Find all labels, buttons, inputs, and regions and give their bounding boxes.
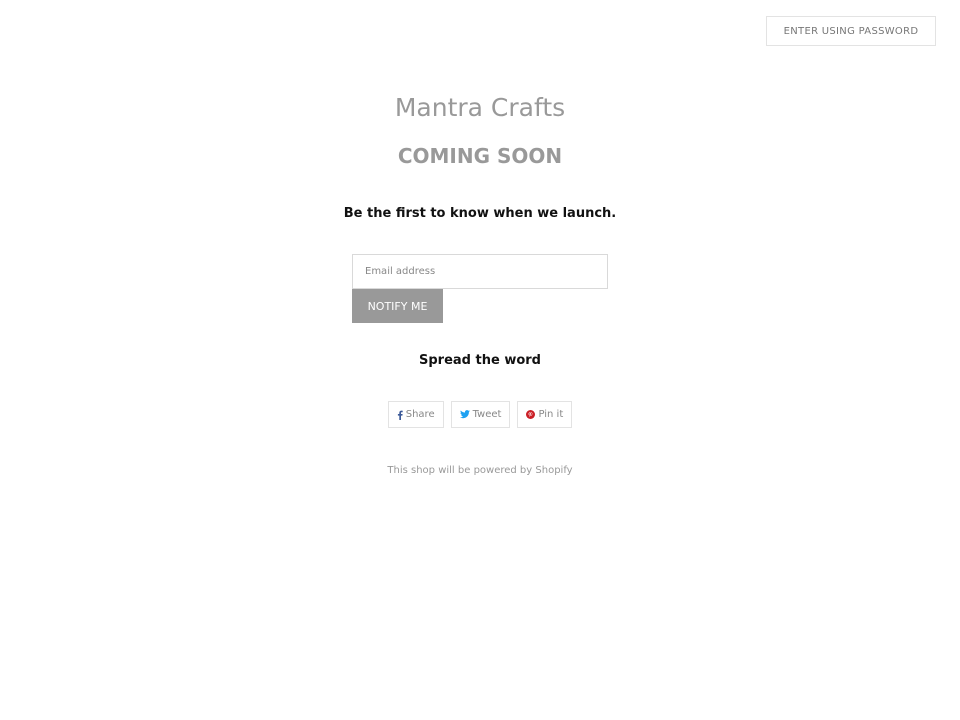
share-buttons: Share Tweet Pin it <box>0 401 960 428</box>
facebook-icon <box>397 410 403 420</box>
twitter-icon <box>459 410 470 419</box>
twitter-tweet-button[interactable]: Tweet <box>450 401 511 428</box>
notify-me-label: NOTIFY ME <box>367 299 428 313</box>
powered-by-footer: This shop will be powered by Shopify <box>0 465 960 476</box>
launch-subtext: Be the first to know when we launch. <box>343 206 617 221</box>
pinterest-pin-button[interactable]: Pin it <box>517 401 573 428</box>
powered-by-text: This shop will be powered by <box>387 465 536 476</box>
enter-using-password-label: ENTER USING PASSWORD <box>783 25 919 37</box>
pin-it-label: Pin it <box>538 409 564 420</box>
tweet-label: Tweet <box>472 409 502 420</box>
notify-me-button[interactable]: NOTIFY ME <box>352 289 443 323</box>
shop-title: Mantra Crafts <box>394 93 566 122</box>
spread-the-word-heading: Spread the word <box>419 353 541 368</box>
facebook-share-button[interactable]: Share <box>387 401 444 428</box>
share-label: Share <box>405 409 435 420</box>
pinterest-icon <box>526 410 536 419</box>
enter-using-password-button[interactable]: ENTER USING PASSWORD <box>766 16 936 46</box>
password-page: ENTER USING PASSWORD Mantra Crafts COMIN… <box>0 0 960 720</box>
email-input[interactable] <box>352 254 608 289</box>
shopify-link[interactable]: Shopify <box>535 465 572 476</box>
coming-soon-heading: COMING SOON <box>397 144 563 168</box>
